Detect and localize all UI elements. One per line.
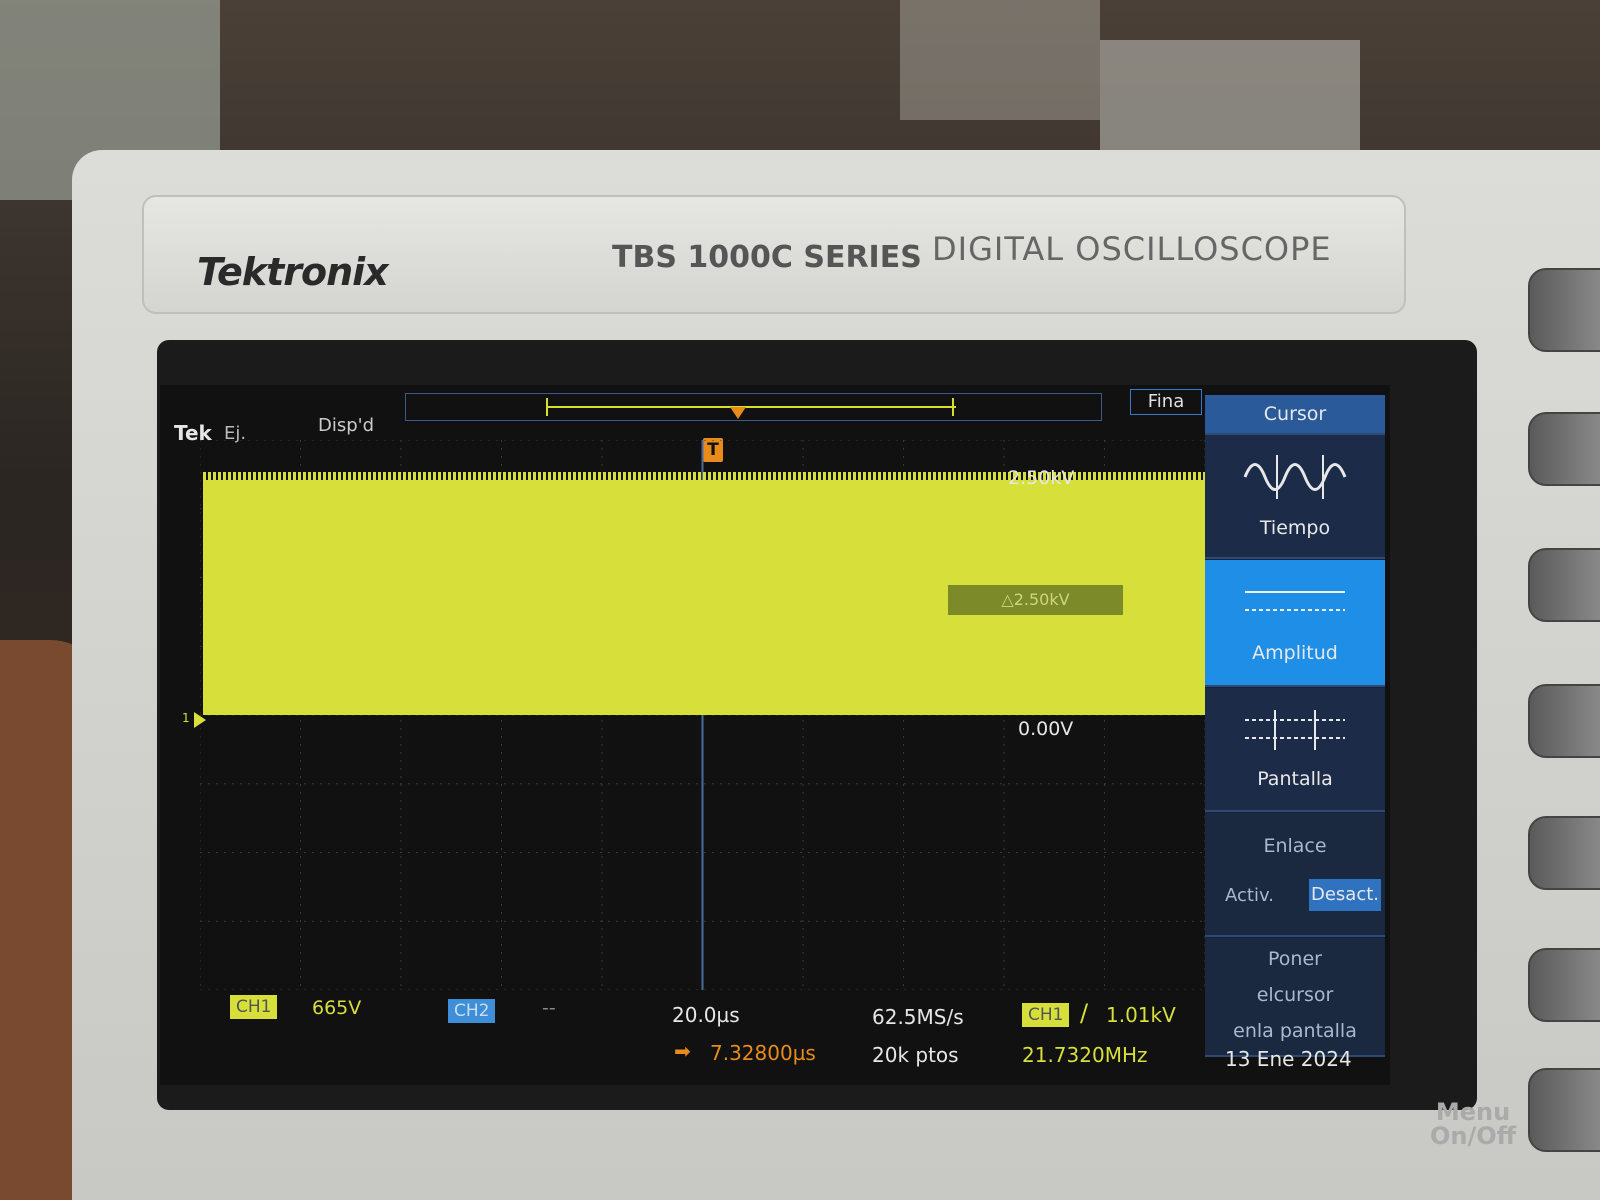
ch2-badge: CH2 (448, 999, 496, 1023)
side-button-5[interactable] (1528, 948, 1600, 1022)
model-series: TBS 1000C SERIES (612, 240, 922, 275)
ch2-vertical-scale: -- (542, 997, 556, 1019)
fine-adjust-indicator: Fina (1130, 389, 1202, 415)
rising-edge-icon: ∕ (1080, 999, 1089, 1027)
record-window-line (546, 406, 956, 408)
background-device (1100, 40, 1360, 150)
ch1-badge: CH1 (230, 995, 278, 1019)
sample-rate-readout: 62.5MS/s (872, 1005, 964, 1029)
cursor-low-label: 0.00V (1018, 718, 1074, 740)
record-length-readout: 20k ptos (872, 1043, 959, 1067)
poner-line-3: enla pantalla (1233, 1020, 1357, 1042)
screen-cursor-icon (1245, 710, 1345, 750)
cursor-high-label: 2.50kV (1008, 467, 1075, 489)
ch1-vertical-scale: 665V (312, 997, 362, 1019)
cursor-side-menu: Cursor Tiempo Amplitud Pantalla Enlace A… (1205, 395, 1385, 1057)
menu-item-enlace[interactable]: Enlace Activ. Desact. (1205, 813, 1385, 937)
menu-item-tiempo[interactable]: Tiempo (1205, 435, 1385, 559)
top-side-button[interactable] (1528, 268, 1600, 352)
side-button-3[interactable] (1528, 684, 1600, 758)
side-button-4[interactable] (1528, 816, 1600, 890)
timebase-readout: 20.0µs (672, 1003, 740, 1027)
menu-item-poner-cursor[interactable]: Poner elcursor enla pantalla (1205, 938, 1385, 1057)
record-window-left-bracket (546, 398, 554, 416)
trigger-status: Disp'd (318, 415, 375, 436)
horizontal-delay-icon: ➡ (674, 1039, 691, 1063)
record-position-bar (405, 393, 1102, 421)
trigger-position-arrow-icon (730, 407, 746, 419)
menu-onoff-line-2: On/Off (1430, 1122, 1517, 1150)
poner-line-2: elcursor (1256, 984, 1334, 1006)
poner-line-1: Poner (1268, 948, 1322, 970)
record-window-right-bracket (946, 398, 954, 416)
menu-title: Cursor (1205, 395, 1385, 435)
menu-item-pantalla[interactable]: Pantalla (1205, 688, 1385, 812)
trigger-level-readout: 1.01kV (1106, 1003, 1176, 1027)
enlace-off-option[interactable]: Desact. (1309, 879, 1381, 911)
cursor-delta-readout: △2.50kV (948, 585, 1123, 615)
amplitude-cursor-icon (1245, 591, 1345, 611)
brand-logo: Tektronix (197, 250, 389, 294)
horizontal-delay-readout: 7.32800µs (710, 1041, 816, 1065)
menu-item-label: Pantalla (1257, 768, 1333, 790)
oscilloscope-screen: Tek Ej. Disp'd Fina T 2.50kV 0.00V △2.50… (160, 385, 1390, 1085)
side-button-2[interactable] (1528, 548, 1600, 622)
ch1-ground-marker-icon[interactable] (194, 712, 206, 728)
menu-onoff-label: Menu On/Off (1430, 1100, 1516, 1148)
menu-item-label: Amplitud (1252, 642, 1338, 664)
frequency-readout: 21.7320MHz (1022, 1043, 1148, 1067)
enlace-label: Enlace (1263, 835, 1327, 857)
menu-onoff-button[interactable] (1528, 1068, 1600, 1152)
time-cursor-icon (1243, 455, 1347, 499)
menu-item-label: Tiempo (1259, 517, 1331, 539)
side-button-1[interactable] (1528, 412, 1600, 486)
menu-item-amplitud[interactable]: Amplitud (1205, 560, 1385, 687)
background-screen-glow (900, 0, 1100, 120)
enlace-on-option[interactable]: Activ. (1225, 885, 1274, 906)
model-subtitle: DIGITAL OSCILLOSCOPE (932, 230, 1332, 268)
trigger-source-badge: CH1 (1022, 1003, 1070, 1027)
date-readout: 13 Ene 2024 (1225, 1047, 1352, 1071)
ch1-ground-label: 1 (182, 711, 190, 725)
